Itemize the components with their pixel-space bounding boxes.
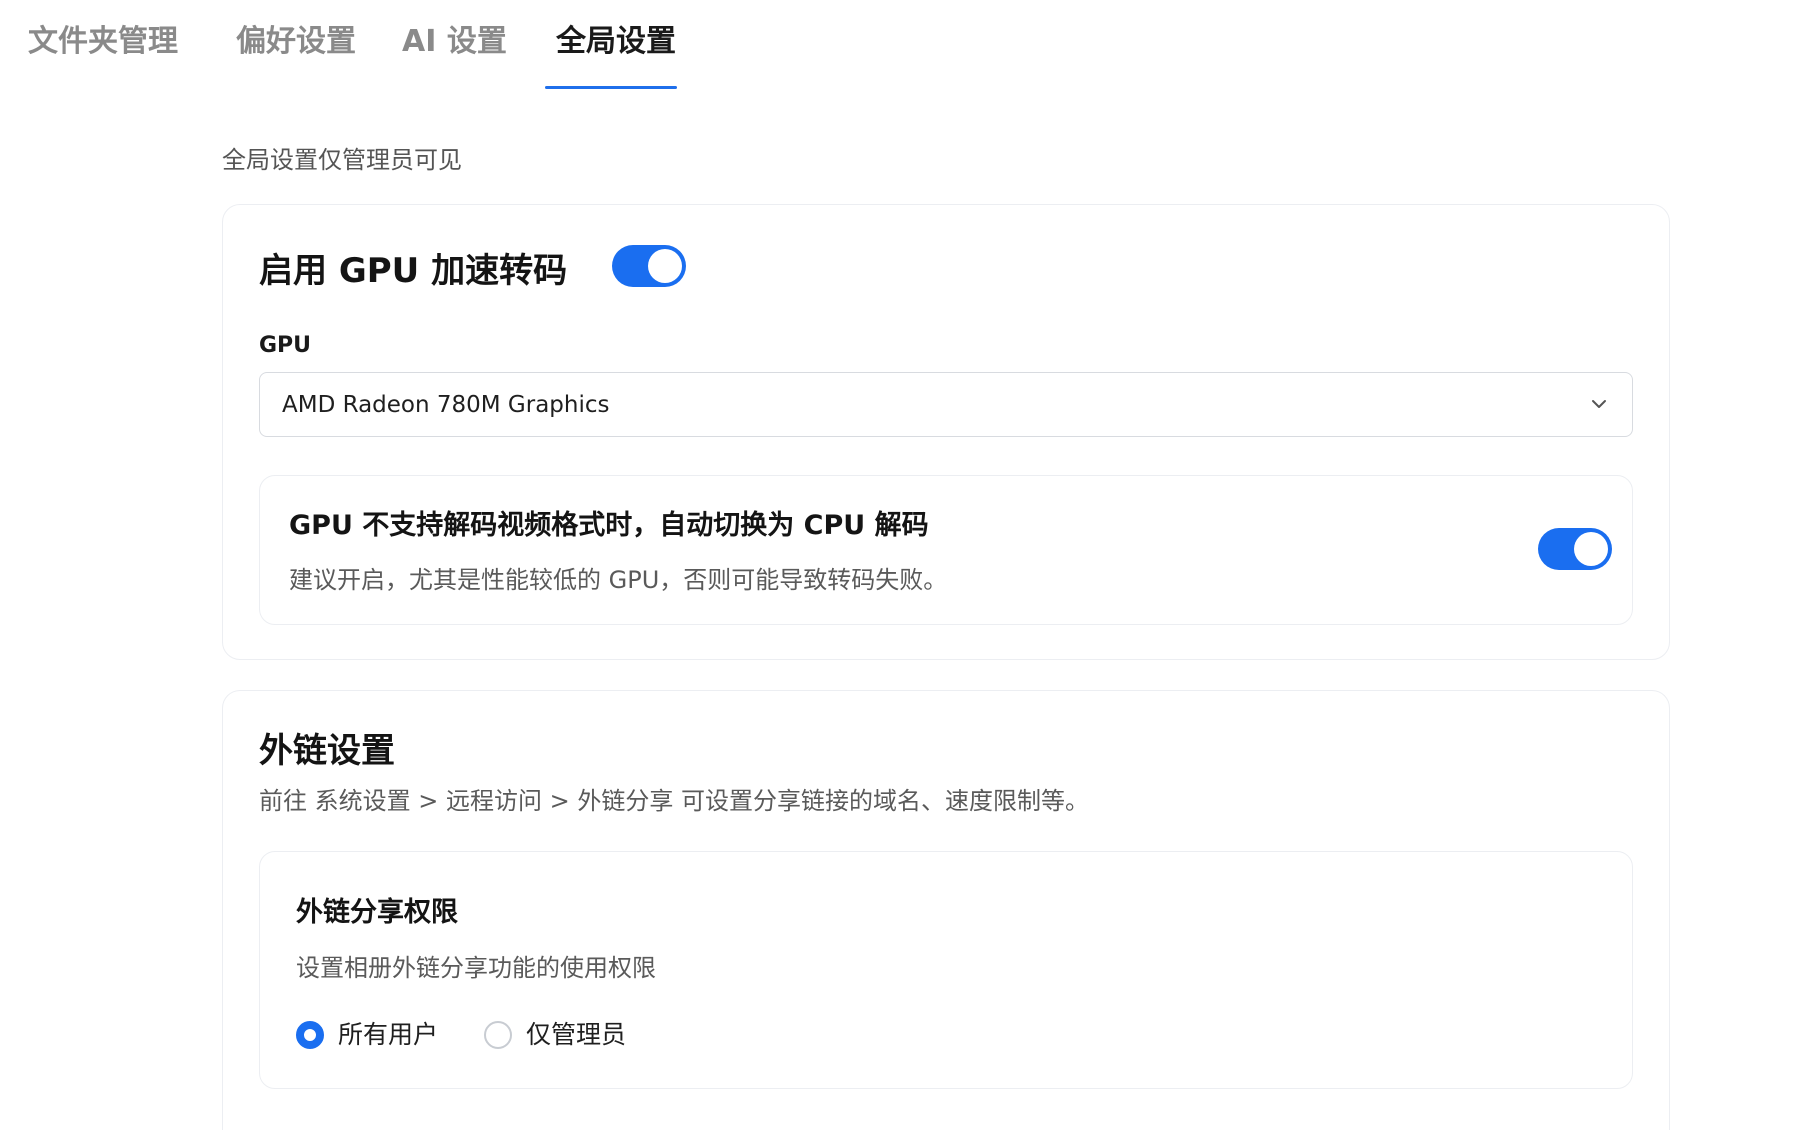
- link-section-title: 外链设置: [259, 731, 395, 771]
- gpu-accel-toggle[interactable]: [612, 245, 686, 287]
- gpu-transcode-card: 启用 GPU 加速转码 GPU AMD Radeon 780M Graphics…: [222, 204, 1670, 660]
- gpu-section-title: 启用 GPU 加速转码: [259, 251, 568, 291]
- tab-global-settings[interactable]: 全局设置: [556, 22, 676, 62]
- share-permission-card: 外链分享权限 设置相册外链分享功能的使用权限 所有用户 仅管理员: [259, 851, 1633, 1089]
- gpu-select[interactable]: AMD Radeon 780M Graphics: [259, 372, 1633, 437]
- tab-ai-settings[interactable]: AI 设置: [402, 22, 507, 62]
- link-section-description: 前往 系统设置 > 远程访问 > 外链分享 可设置分享链接的域名、速度限制等。: [259, 787, 1089, 815]
- tab-bar: 文件夹管理 偏好设置 AI 设置 全局设置: [0, 0, 1798, 92]
- toggle-knob: [1574, 532, 1608, 566]
- gpu-select-value: AMD Radeon 780M Graphics: [282, 392, 610, 418]
- active-tab-indicator: [545, 86, 677, 89]
- share-permission-title: 外链分享权限: [296, 897, 458, 928]
- chevron-down-icon: [1592, 400, 1606, 408]
- radio-label: 仅管理员: [526, 1020, 627, 1049]
- tab-preferences[interactable]: 偏好设置: [236, 22, 356, 62]
- cpu-fallback-description: 建议开启，尤其是性能较低的 GPU，否则可能导致转码失败。: [289, 566, 948, 594]
- radio-label: 所有用户: [338, 1020, 439, 1049]
- radio-selected-icon: [296, 1021, 324, 1049]
- admin-only-notice: 全局设置仅管理员可见: [222, 146, 462, 174]
- cpu-fallback-toggle[interactable]: [1538, 528, 1612, 570]
- tab-folder-management[interactable]: 文件夹管理: [28, 22, 178, 62]
- external-link-card: 外链设置 前往 系统设置 > 远程访问 > 外链分享 可设置分享链接的域名、速度…: [222, 690, 1670, 1130]
- share-permission-description: 设置相册外链分享功能的使用权限: [296, 954, 656, 982]
- cpu-fallback-card: GPU 不支持解码视频格式时，自动切换为 CPU 解码 建议开启，尤其是性能较低…: [259, 475, 1633, 625]
- toggle-knob: [648, 249, 682, 283]
- gpu-field-label: GPU: [259, 333, 312, 358]
- cpu-fallback-title: GPU 不支持解码视频格式时，自动切换为 CPU 解码: [289, 510, 929, 541]
- radio-unselected-icon: [484, 1021, 512, 1049]
